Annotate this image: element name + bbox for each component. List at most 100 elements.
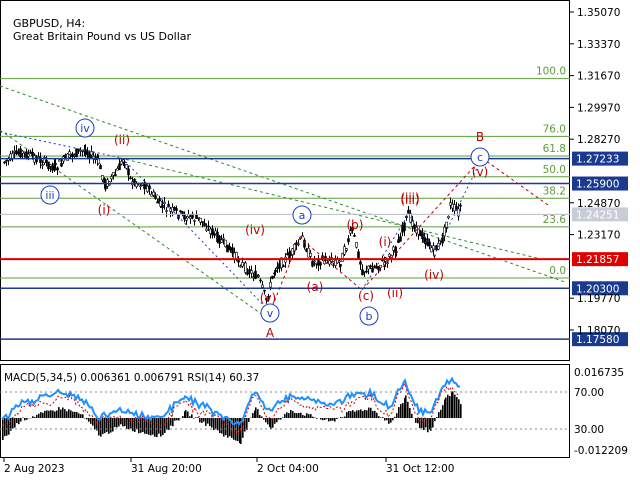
candle-body — [407, 209, 410, 214]
macd-bar — [248, 418, 250, 422]
candle-body — [459, 204, 462, 207]
macd-bar — [350, 411, 352, 418]
time-tick-label: 2 Aug 2023 — [4, 463, 65, 475]
candle-body — [259, 279, 262, 282]
candle-body — [216, 231, 219, 243]
macd-bar — [445, 397, 447, 418]
wave-label: (c) — [358, 289, 374, 303]
macd-bar — [68, 409, 70, 418]
candle-body — [355, 242, 358, 248]
macd-bar — [292, 411, 294, 418]
macd-bar — [78, 413, 80, 418]
candle-body — [31, 151, 34, 157]
macd-bar — [384, 418, 386, 421]
price-tick-label: 1.19770 — [577, 293, 620, 305]
macd-bar — [225, 418, 227, 436]
candle-body — [146, 185, 149, 192]
candle-body — [159, 200, 162, 207]
macd-bar — [434, 418, 436, 422]
fib-level-label: 100.0 — [536, 66, 566, 78]
macd-bar — [86, 418, 88, 420]
macd-bar — [322, 418, 324, 421]
macd-bar — [34, 416, 36, 418]
price-tick-label: 1.18070 — [577, 325, 620, 337]
macd-bar — [130, 418, 132, 429]
wave-label: (i) — [98, 203, 111, 217]
candle-body — [58, 159, 61, 162]
candle-body — [133, 178, 136, 183]
candle-body — [345, 248, 348, 251]
macd-bar — [415, 418, 417, 423]
macd-bar — [104, 418, 106, 434]
candle-body — [222, 237, 225, 240]
candle-body — [99, 165, 102, 170]
macd-bar — [18, 418, 20, 425]
macd-bar — [4, 418, 6, 437]
level-price-label: 1.25900 — [576, 179, 619, 191]
indicator-tick-label: 0.016735 — [574, 367, 624, 379]
candle-body — [69, 153, 72, 156]
candle-body — [226, 244, 229, 253]
macd-bar — [14, 418, 16, 428]
macd-bar — [368, 407, 370, 418]
support-resistance-levels: 1.272331.259001.218571.203001.175801.242… — [0, 151, 628, 347]
candle-body — [324, 256, 327, 259]
candle-body — [150, 193, 153, 197]
macd-bar — [394, 416, 396, 418]
macd-bar — [64, 409, 66, 418]
macd-bar — [320, 418, 322, 420]
macd-bar — [407, 401, 409, 418]
macd-bar — [328, 418, 330, 422]
macd-bar — [50, 410, 52, 418]
macd-bar — [182, 416, 184, 418]
macd-bar — [193, 418, 195, 419]
candle-body — [447, 215, 450, 219]
macd-bar — [348, 411, 350, 418]
candle-body — [246, 272, 249, 275]
macd-bar — [201, 418, 203, 423]
candle-body — [428, 241, 431, 247]
macd-bar — [178, 418, 180, 421]
macd-bar — [112, 418, 114, 432]
price-tick-label: 1.33370 — [577, 39, 620, 51]
candle-body — [214, 230, 217, 235]
macd-bar — [120, 418, 122, 425]
time-tick-label: 2 Oct 04:00 — [257, 463, 319, 475]
candle-body — [359, 261, 362, 265]
macd-bar — [48, 410, 50, 418]
candle-body — [27, 153, 30, 157]
macd-bar — [233, 418, 235, 440]
macd-bar — [24, 418, 26, 421]
fib-level-label: 61.8 — [543, 143, 566, 155]
wave-label: (iii) — [400, 191, 419, 205]
macd-bar — [70, 410, 72, 418]
wave-label: B — [476, 130, 484, 144]
candle-body — [114, 174, 117, 176]
price-tick-label: 1.29970 — [577, 102, 620, 114]
macd-bar — [442, 405, 444, 418]
candle-body — [56, 167, 59, 171]
fib-level-label: 23.6 — [543, 214, 567, 226]
candle-body — [120, 161, 123, 165]
candle-body — [179, 210, 182, 213]
macd-bar — [261, 416, 263, 418]
candle-body — [123, 161, 126, 164]
candle-body — [181, 211, 184, 215]
candle-body — [13, 150, 16, 153]
macd-bar — [160, 418, 162, 437]
candle-body — [211, 228, 214, 236]
macd-bar — [185, 410, 187, 418]
wave-label: (i) — [379, 235, 392, 249]
candle-body — [207, 225, 210, 228]
macd-bar — [370, 407, 372, 418]
symbol-timeframe: GBPUSD, H4: — [13, 17, 86, 30]
price-chart[interactable]: 100.0 76.0 61.8 50.0 38.2 23.6 0.0 1.27233 1.25… — [0, 0, 640, 480]
wave-label: (iv) — [424, 268, 444, 282]
macd-bar — [110, 418, 112, 433]
macd-bar — [116, 418, 118, 428]
candle-body — [154, 195, 157, 199]
macd-bar — [252, 413, 254, 418]
macd-bar — [374, 410, 376, 418]
candle-body — [110, 176, 113, 180]
candle-body — [250, 270, 253, 274]
